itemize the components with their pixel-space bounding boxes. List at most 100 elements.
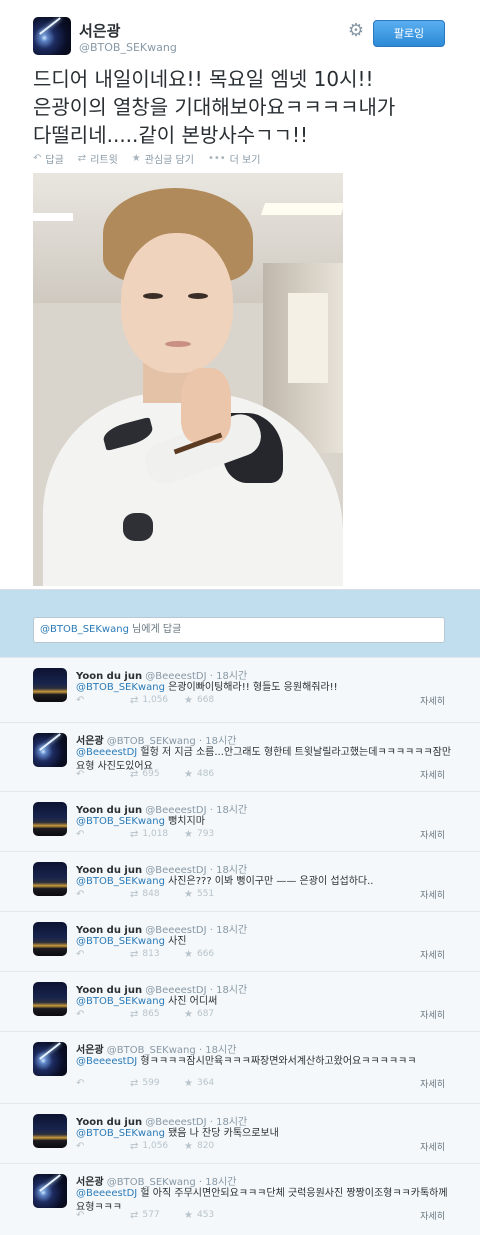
favorite-action[interactable]: ★ 687 [184, 1009, 214, 1020]
author-avatar[interactable] [33, 17, 71, 55]
reply-header: Yoon du jun @BeeeestDJ · 18시간 [76, 981, 247, 996]
reply-tweet[interactable]: Yoon du jun @BeeeestDJ · 18시간 @BTOB_SEKwa… [0, 851, 480, 911]
reply-avatar[interactable] [33, 982, 67, 1016]
favorite-count: 820 [196, 1140, 215, 1151]
reply-tweet[interactable]: Yoon du jun @BeeeestDJ · 18시간 @BTOB_SEKwa… [0, 911, 480, 971]
photo-subject [188, 293, 208, 299]
more-action[interactable]: ••• 더 보기 [208, 151, 260, 166]
star-icon: ★ [184, 828, 193, 840]
retweet-action[interactable]: ⇄ 599 [130, 1078, 184, 1089]
detail-link[interactable]: 자세히 [420, 1140, 445, 1153]
detail-link[interactable]: 자세히 [420, 768, 445, 781]
star-icon: ★ [184, 768, 193, 780]
retweet-action[interactable]: ⇄ 813 [130, 949, 184, 960]
photo-subject [143, 293, 163, 299]
favorite-action[interactable]: ★ 453 [184, 1210, 214, 1221]
reply-avatar[interactable] [33, 668, 67, 702]
reply-avatar[interactable] [33, 802, 67, 836]
reply-icon[interactable]: ↶ [76, 1009, 130, 1020]
reply-action[interactable]: ↶ 답글 [33, 151, 64, 166]
star-icon: ★ [184, 1140, 193, 1152]
reply-icon[interactable]: ↶ [76, 1210, 130, 1221]
retweet-action[interactable]: ⇄ 1,056 [130, 695, 184, 706]
reply-mention-link[interactable]: @BeeeestDJ [76, 1056, 137, 1067]
favorite-action[interactable]: ★ 관심글 담기 [132, 151, 194, 166]
reply-mention-link[interactable]: @BTOB_SEKwang [76, 876, 165, 887]
retweet-action[interactable]: ⇄ 리트윗 [78, 151, 118, 166]
detail-link[interactable]: 자세히 [420, 1008, 445, 1021]
retweet-icon: ⇄ [130, 1008, 139, 1020]
reply-avatar[interactable] [33, 733, 67, 767]
reply-avatar[interactable] [33, 1114, 67, 1148]
reply-icon[interactable]: ↶ [76, 829, 130, 840]
retweet-action[interactable]: ⇄ 848 [130, 889, 184, 900]
reply-body: 사진은??? 이봐 뻥이구만 —— 은광이 섭섭하다.. [164, 876, 374, 887]
author-handle[interactable]: @BTOB_SEKwang [79, 41, 177, 54]
detail-link[interactable]: 자세히 [420, 948, 445, 961]
retweet-action[interactable]: ⇄ 577 [130, 1210, 184, 1221]
reply-mention-link[interactable]: @BTOB_SEKwang [76, 816, 165, 827]
tweet-photo[interactable] [33, 173, 343, 586]
favorite-count: 453 [196, 1209, 215, 1220]
reply-header: 서은광 @BTOB_SEKwang · 18시간 [76, 1173, 236, 1188]
photo-subject [165, 341, 191, 347]
favorite-count: 551 [196, 888, 215, 899]
reply-tweet[interactable]: Yoon du jun @BeeeestDJ · 18시간 @BTOB_SEKwa… [0, 1103, 480, 1163]
favorite-action[interactable]: ★ 793 [184, 829, 214, 840]
retweet-action[interactable]: ⇄ 1,056 [130, 1141, 184, 1152]
detail-link[interactable]: 자세히 [420, 888, 445, 901]
reply-icon[interactable]: ↶ [76, 695, 130, 706]
more-icon: ••• [207, 152, 226, 164]
reply-body: 됐음 나 잔당 카톡으로보내 [164, 1128, 279, 1139]
reply-icon: ↶ [33, 152, 42, 164]
reply-avatar[interactable] [33, 1174, 67, 1208]
tweet-actions: ↶ 답글 ⇄ 리트윗 ★ 관심글 담기 ••• 더 보기 [33, 150, 260, 166]
detail-link[interactable]: 자세히 [420, 1209, 445, 1222]
detail-link[interactable]: 자세히 [420, 828, 445, 841]
reply-text: @BTOB_SEKwang 뻥치지마 [76, 815, 456, 829]
reply-tweet[interactable]: 서은광 @BTOB_SEKwang · 18시간 @BeeeestDJ 형ㅋㅋㅋㅋ… [0, 1031, 480, 1103]
reply-text: @BTOB_SEKwang 사진 어디써 [76, 995, 456, 1009]
reply-icon[interactable]: ↶ [76, 769, 130, 780]
detail-link[interactable]: 자세히 [420, 694, 445, 707]
reply-icon[interactable]: ↶ [76, 1078, 130, 1089]
reply-text: @BeeeestDJ 형ㅋㅋㅋㅋ잠시만육ㅋㅋㅋ짜장면와서계산하고왔어요ㅋㅋㅋㅋㅋ… [76, 1055, 456, 1069]
favorite-action[interactable]: ★ 551 [184, 889, 214, 900]
reply-mention-link[interactable]: @BTOB_SEKwang [76, 996, 165, 1007]
reply-input[interactable]: @BTOB_SEKwang 님에게 답글 [33, 617, 445, 643]
favorite-action[interactable]: ★ 486 [184, 769, 214, 780]
retweet-action[interactable]: ⇄ 695 [130, 769, 184, 780]
retweet-count: 599 [142, 1077, 160, 1088]
reply-mention-link[interactable]: @BTOB_SEKwang [76, 936, 165, 947]
reply-mention-link[interactable]: @BeeeestDJ [76, 1188, 137, 1199]
author-name[interactable]: 서은광 [79, 20, 120, 41]
retweet-icon: ⇄ [130, 694, 139, 706]
reply-tweet[interactable]: 서은광 @BTOB_SEKwang · 18시간 @BeeeestDJ 헐 아직 … [0, 1163, 480, 1235]
reply-header: 서은광 @BTOB_SEKwang · 18시간 [76, 1041, 236, 1056]
reply-icon[interactable]: ↶ [76, 1141, 130, 1152]
reply-mention-link[interactable]: @BTOB_SEKwang [76, 682, 165, 693]
reply-tweet[interactable]: 서은광 @BTOB_SEKwang · 18시간 @BeeeestDJ 헐헝 저 … [0, 722, 480, 791]
gear-icon[interactable]: ⚙ [347, 22, 365, 40]
favorite-action[interactable]: ★ 364 [184, 1078, 214, 1089]
reply-tweet[interactable]: Yoon du jun @BeeeestDJ · 18시간 @BTOB_SEKwa… [0, 657, 480, 722]
reply-avatar[interactable] [33, 922, 67, 956]
reply-tweet[interactable]: Yoon du jun @BeeeestDJ · 18시간 @BTOB_SEKwa… [0, 791, 480, 851]
reply-tweet[interactable]: Yoon du jun @BeeeestDJ · 18시간 @BTOB_SEKwa… [0, 971, 480, 1031]
retweet-count: 865 [142, 1008, 160, 1019]
reply-icon[interactable]: ↶ [76, 889, 130, 900]
favorite-action[interactable]: ★ 820 [184, 1141, 214, 1152]
reply-avatar[interactable] [33, 862, 67, 896]
retweet-action[interactable]: ⇄ 1,018 [130, 829, 184, 840]
retweet-icon: ⇄ [130, 948, 139, 960]
retweet-action[interactable]: ⇄ 865 [130, 1009, 184, 1020]
favorite-action[interactable]: ★ 668 [184, 695, 214, 706]
detail-link[interactable]: 자세히 [420, 1077, 445, 1090]
reply-mention-link[interactable]: @BTOB_SEKwang [76, 1128, 165, 1139]
photo-bg [33, 213, 73, 221]
reply-avatar[interactable] [33, 1042, 67, 1076]
following-button[interactable]: 팔로잉 [373, 20, 445, 47]
reply-mention-link[interactable]: @BeeeestDJ [76, 747, 137, 758]
favorite-action[interactable]: ★ 666 [184, 949, 214, 960]
reply-icon[interactable]: ↶ [76, 949, 130, 960]
